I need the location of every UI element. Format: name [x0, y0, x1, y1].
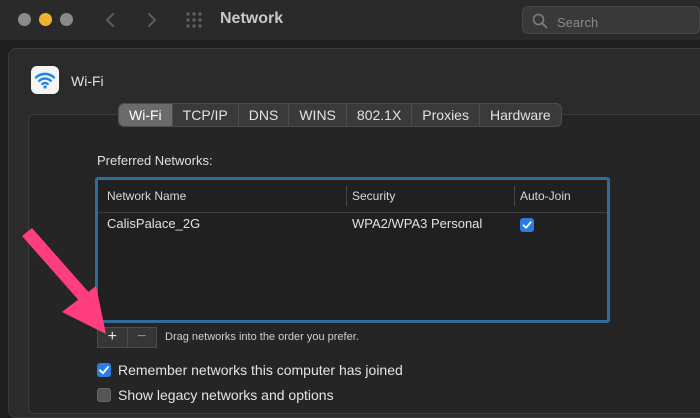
wifi-icon: [34, 72, 56, 89]
close-window-button[interactable]: [18, 13, 31, 26]
column-header-network-name[interactable]: Network Name: [107, 189, 186, 203]
wifi-interface-icon: [31, 66, 59, 94]
minimize-window-button[interactable]: [39, 13, 52, 26]
tab-wifi[interactable]: Wi-Fi: [119, 104, 172, 126]
remember-networks-checkbox[interactable]: [97, 363, 111, 377]
column-header-auto-join[interactable]: Auto-Join: [520, 189, 571, 203]
window-title: Network: [220, 10, 284, 27]
forward-chevron-icon[interactable]: [140, 9, 162, 31]
add-remove-control: + −: [97, 327, 157, 348]
show-all-grid-icon[interactable]: [185, 11, 203, 29]
column-header-security[interactable]: Security: [352, 189, 395, 203]
tab-hardware[interactable]: Hardware: [478, 104, 561, 126]
column-divider: [346, 186, 347, 206]
legacy-networks-label: Show legacy networks and options: [118, 387, 334, 403]
tab-bar: Wi-Fi TCP/IP DNS WINS 802.1X Proxies Har…: [118, 103, 562, 127]
tab-dns[interactable]: DNS: [237, 104, 289, 126]
checkmark-icon: [99, 366, 109, 375]
search-input[interactable]: [555, 11, 699, 33]
interface-name: Wi-Fi: [71, 73, 104, 89]
tab-8021x[interactable]: 802.1X: [345, 104, 411, 126]
preferred-networks-label: Preferred Networks:: [97, 153, 213, 168]
network-name-cell: CalisPalace_2G: [107, 216, 201, 231]
remove-network-button[interactable]: −: [126, 328, 157, 347]
preferred-networks-table[interactable]: Network Name Security Auto-Join CalisPal…: [95, 177, 610, 323]
tab-proxies[interactable]: Proxies: [411, 104, 479, 126]
legacy-networks-option[interactable]: Show legacy networks and options: [97, 387, 334, 403]
table-header: Network Name Security Auto-Join: [98, 180, 607, 213]
add-network-button[interactable]: +: [98, 328, 127, 347]
zoom-window-button[interactable]: [60, 13, 73, 26]
drag-hint-text: Drag networks into the order you prefer.: [165, 331, 359, 343]
auto-join-checkbox[interactable]: [520, 218, 534, 235]
checkmark-icon: [520, 218, 534, 232]
security-cell: WPA2/WPA3 Personal: [352, 216, 483, 231]
remember-networks-option[interactable]: Remember networks this computer has join…: [97, 362, 403, 378]
back-chevron-icon[interactable]: [100, 9, 122, 31]
remember-networks-label: Remember networks this computer has join…: [118, 362, 403, 378]
tab-tcpip[interactable]: TCP/IP: [171, 104, 238, 126]
column-divider: [514, 186, 515, 206]
legacy-networks-checkbox[interactable]: [97, 388, 111, 402]
search-field[interactable]: [522, 6, 700, 34]
search-icon: [532, 13, 548, 29]
tab-wins[interactable]: WINS: [288, 104, 346, 126]
titlebar: Network: [0, 0, 700, 40]
table-row[interactable]: CalisPalace_2G WPA2/WPA3 Personal: [98, 213, 607, 237]
